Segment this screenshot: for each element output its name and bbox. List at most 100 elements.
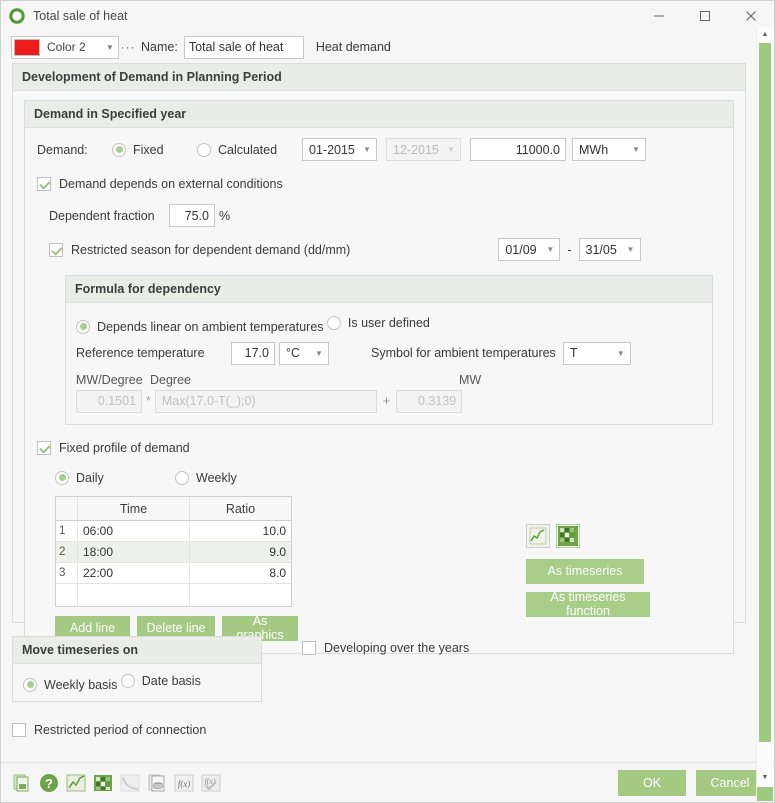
color-select[interactable]: Color 2 ▼ (11, 35, 119, 59)
radio-daily-label: Daily (76, 470, 104, 485)
color-more-button[interactable]: ··· (119, 40, 137, 54)
row-time[interactable]: 18:00 (78, 541, 190, 562)
as-timeseries-button[interactable]: As timeseries (526, 558, 644, 584)
scrollbar-corner (757, 787, 773, 801)
reference-temperature-input[interactable]: 17.0 (231, 341, 275, 365)
ok-button[interactable]: OK (618, 769, 686, 796)
row-ratio[interactable]: 9.0 (190, 542, 291, 562)
restricted-season-row: Restricted season for dependent demand (… (37, 238, 723, 261)
radio-calculated[interactable]: Calculated (197, 142, 302, 157)
radio-date-basis-label: Date basis (141, 674, 201, 688)
radio-fixed-indicator (112, 142, 126, 157)
move-timeseries-group: Move timeseries on Weekly basis Date bas… (12, 636, 262, 702)
radio-linear[interactable]: Depends linear on ambient temperatures (76, 319, 324, 334)
column-time-header: Time (78, 496, 190, 520)
degree-expression-value: Max(17.0-T(_);0) (161, 394, 256, 408)
checkbox-depends-external[interactable]: Demand depends on external conditions (37, 177, 283, 191)
category-label: Heat demand (315, 40, 391, 54)
table-row[interactable]: 1 06:00 10.0 (56, 520, 291, 542)
scrollbar-track[interactable] (759, 43, 771, 771)
radio-user-defined-label: Is user defined (347, 316, 430, 330)
profile-table[interactable]: Time Ratio 1 06:00 10.0 2 18:00 9.0 3 22… (55, 495, 292, 607)
degree-expression-input: Max(17.0-T(_);0) (154, 389, 377, 413)
date-from-select[interactable]: 01-2015 ▼ (302, 138, 377, 161)
curve-icon (119, 772, 141, 794)
row-ratio-empty[interactable] (190, 584, 291, 606)
radio-weekly-indicator (175, 470, 189, 485)
footer-bar: ? f(x) f(x) OK Cancel (1, 762, 774, 802)
row-time-empty[interactable] (78, 583, 190, 606)
copy-document-icon[interactable] (11, 772, 33, 794)
checkbox-depends-external-box (37, 177, 51, 191)
slope-value: 0.1501 (97, 394, 136, 408)
vertical-scrollbar[interactable]: ▲ ▼ (756, 27, 773, 801)
row-index-empty (56, 583, 78, 606)
table-row[interactable]: 2 18:00 9.0 (56, 541, 291, 563)
offset-value: 0.3139 (417, 394, 457, 408)
season-to-select[interactable]: 31/05 ▼ (578, 238, 641, 261)
temperature-unit-select[interactable]: °C ▼ (279, 341, 329, 365)
multiply-sign: * (146, 394, 151, 408)
radio-weekly-basis[interactable]: Weekly basis (23, 677, 118, 692)
radio-date-basis[interactable]: Date basis (120, 674, 201, 688)
row-time[interactable]: 22:00 (78, 562, 190, 583)
dependent-fraction-input[interactable]: 75.0 (169, 204, 215, 227)
unit-value: MWh (579, 142, 609, 157)
demand-amount-input[interactable]: 11000.0 (470, 138, 566, 161)
development-group: Development of Demand in Planning Period… (12, 63, 746, 654)
demand-group: Demand in Specified year Demand: Fixed C… (24, 100, 734, 654)
checkbox-fixed-profile-label: Fixed profile of demand (59, 440, 190, 455)
line-chart-icon[interactable] (526, 523, 550, 548)
symbol-select[interactable]: T ▼ (562, 341, 631, 365)
column-index-header (56, 496, 78, 520)
scroll-down-icon[interactable]: ▼ (757, 770, 773, 785)
radio-weekly-basis-label: Weekly basis (44, 677, 118, 692)
demand-label: Demand: (37, 142, 88, 157)
row-time[interactable]: 06:00 (78, 520, 190, 541)
window-controls (636, 1, 774, 31)
date-from-value: 01-2015 (309, 142, 355, 157)
scrollbar-thumb[interactable] (759, 43, 771, 742)
function-icon[interactable]: f(x) (173, 772, 195, 794)
database-document-icon[interactable] (146, 772, 168, 794)
grid-matrix-icon[interactable] (92, 772, 114, 794)
table-row[interactable]: 3 22:00 8.0 (56, 562, 291, 584)
symbol-value: T (569, 346, 578, 360)
table-row-empty[interactable] (56, 583, 291, 606)
season-from-select[interactable]: 01/09 ▼ (498, 238, 561, 261)
radio-fixed-label: Fixed (133, 142, 164, 157)
checkbox-restricted-period[interactable]: Restricted period of connection (12, 723, 206, 737)
minimize-icon[interactable] (636, 1, 682, 31)
season-to-value: 31/05 (585, 242, 617, 257)
checkbox-fixed-profile[interactable]: Fixed profile of demand (37, 440, 190, 455)
radio-weekly[interactable]: Weekly (175, 470, 237, 485)
dependent-fraction-value: 75.0 (184, 208, 209, 223)
reference-temperature-label: Reference temperature (76, 346, 205, 360)
radio-user-defined[interactable]: Is user defined (326, 316, 430, 330)
chevron-down-icon: ▼ (632, 145, 640, 154)
checkbox-developing-years[interactable]: Developing over the years (302, 641, 469, 655)
radio-daily[interactable]: Daily (55, 470, 175, 485)
color-swatch (14, 38, 40, 56)
help-icon[interactable]: ? (38, 772, 60, 794)
maximize-icon[interactable] (682, 1, 728, 31)
checkbox-restricted-season-label: Restricted season for dependent demand (… (71, 242, 351, 257)
row-ratio[interactable]: 8.0 (190, 563, 291, 583)
name-input[interactable] (183, 35, 304, 59)
season-from-value: 01/09 (505, 242, 537, 257)
grid-matrix-icon[interactable] (556, 523, 580, 548)
row-ratio[interactable]: 10.0 (190, 521, 291, 541)
radio-user-defined-indicator (326, 316, 341, 330)
checkbox-restricted-season[interactable]: Restricted season for dependent demand (… (49, 242, 351, 257)
as-timeseries-function-button[interactable]: As timeseries function (526, 590, 650, 618)
checkbox-developing-years-box (302, 641, 316, 655)
scroll-up-icon[interactable]: ▲ (757, 27, 773, 42)
radio-fixed[interactable]: Fixed (112, 142, 197, 157)
cancel-button[interactable]: Cancel (696, 769, 764, 796)
chevron-down-icon[interactable]: ▼ (102, 43, 118, 52)
unit-select[interactable]: MWh ▼ (572, 138, 646, 161)
dialog-content: Development of Demand in Planning Period… (1, 63, 756, 762)
line-chart-icon[interactable] (65, 772, 87, 794)
chevron-down-icon: ▼ (315, 348, 323, 358)
function-check-icon[interactable]: f(x) (200, 772, 222, 794)
